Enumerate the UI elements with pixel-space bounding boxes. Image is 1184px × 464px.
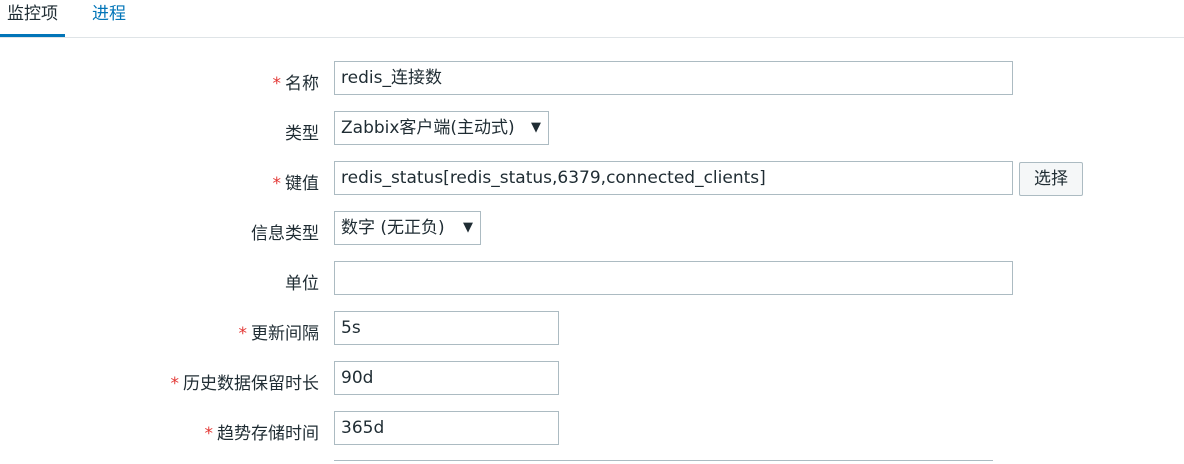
row-info-type: 信息类型 数字 (无正负) ▼ [0,211,1184,247]
name-label: * 名称 [272,74,320,94]
row-key: * 键值 redis_status[redis_status,6379,conne… [0,161,1184,197]
row-type: 类型 Zabbix客户端(主动式) ▼ [0,111,1184,147]
key-label: * 键值 [272,174,320,194]
select-key-button[interactable]: 选择 [1019,162,1083,196]
row-name: * 名称 redis_连接数 [0,61,1184,97]
dropdown-arrow-icon: ▼ [531,120,541,135]
history-input[interactable]: 90d [334,361,559,395]
row-trends: * 趋势存储时间 365d [0,411,1184,447]
required-mark: * [238,324,248,344]
units-input[interactable] [334,261,1013,295]
info-type-select[interactable]: 数字 (无正负) ▼ [334,211,481,245]
row-units: 单位 [0,261,1184,297]
units-label: 单位 [285,274,319,294]
required-mark: * [170,374,180,394]
tab-processes[interactable]: 进程 [85,0,133,34]
info-type-label: 信息类型 [251,224,319,244]
required-mark: * [272,74,282,94]
dropdown-arrow-icon: ▼ [463,220,473,235]
required-mark: * [204,424,214,444]
trends-input[interactable]: 365d [334,411,559,445]
tab-items[interactable]: 监控项 [0,0,65,37]
history-label: * 历史数据保留时长 [170,374,320,394]
interval-input[interactable]: 5s [334,311,559,345]
next-field-partial [334,460,993,464]
row-interval: * 更新间隔 5s [0,311,1184,347]
key-input[interactable]: redis_status[redis_status,6379,connected… [334,161,1013,195]
trends-label: * 趋势存储时间 [204,424,320,444]
row-history: * 历史数据保留时长 90d [0,361,1184,397]
type-select-value: Zabbix客户端(主动式) [341,118,515,138]
type-label: 类型 [285,124,319,144]
type-select[interactable]: Zabbix客户端(主动式) ▼ [334,111,549,145]
required-mark: * [272,174,282,194]
tab-bar: 监控项 进程 [0,0,1184,38]
name-input[interactable]: redis_连接数 [334,61,1013,95]
interval-label: * 更新间隔 [238,324,320,344]
info-type-select-value: 数字 (无正负) [341,218,445,238]
